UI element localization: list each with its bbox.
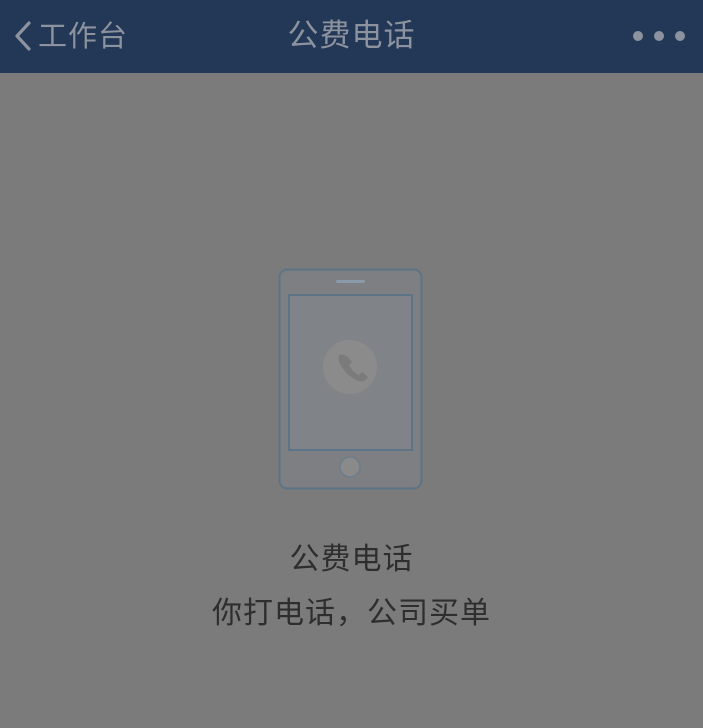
back-button[interactable]: 工作台 <box>10 16 128 56</box>
back-label: 工作台 <box>38 19 129 53</box>
more-dots-icon <box>633 31 643 41</box>
phone-illustration <box>278 268 423 490</box>
more-dot <box>675 31 685 41</box>
chevron-left-icon <box>10 16 36 56</box>
feature-title: 公费电话 <box>289 542 414 577</box>
more-button[interactable] <box>633 18 685 54</box>
feature-subtitle: 你打电话，公司买单 <box>212 596 491 631</box>
more-dot <box>654 31 664 41</box>
nav-bar: 工作台 公费电话 <box>0 0 703 73</box>
